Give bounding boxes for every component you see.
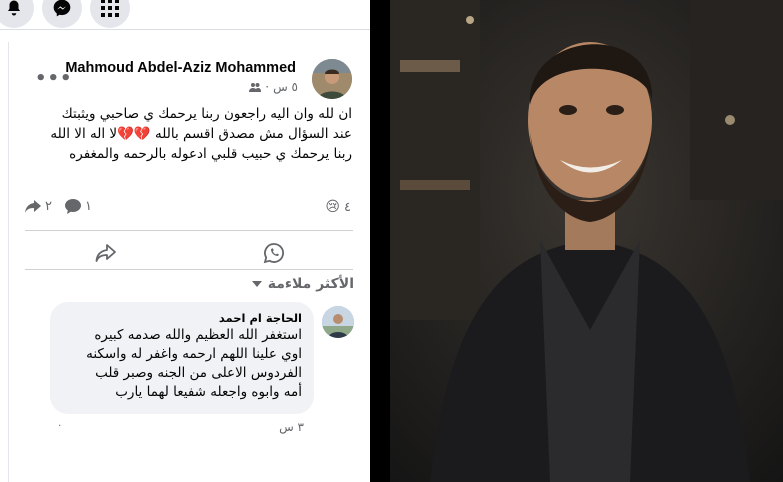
- shares-count: ٢: [45, 199, 52, 214]
- portrait-image: [390, 0, 783, 482]
- shares-stat[interactable]: ٢: [25, 199, 52, 214]
- comment-text: استغفر الله العظيم والله صدمه كبيره اوي …: [62, 326, 302, 402]
- facebook-panel: ••• Mahmoud Abdel-Aziz Mohammed ٥ س · ان…: [0, 0, 370, 482]
- comment-author[interactable]: الحاجة ام احمد: [62, 310, 302, 326]
- caret-down-icon: [251, 281, 262, 287]
- comment-icon: [65, 199, 81, 214]
- reaction-count: ٤: [344, 199, 351, 215]
- comment-text-line: أمه وابوه واجعله شفيعا لهما يارب: [115, 384, 302, 400]
- share-button[interactable]: [91, 238, 121, 268]
- comment-likes: ٠: [57, 420, 63, 431]
- messenger-icon: [53, 0, 71, 17]
- comments-filter[interactable]: الأكثر ملاءمة: [251, 276, 354, 292]
- bell-icon: [8, 0, 20, 16]
- messenger-button[interactable]: [42, 0, 82, 28]
- reaction-summary[interactable]: 😢 ٤: [325, 199, 351, 215]
- commenter-avatar[interactable]: [322, 306, 354, 338]
- comment-time[interactable]: ٣ س: [279, 420, 304, 434]
- notifications-button[interactable]: [0, 0, 34, 28]
- comment-text-line: الفردوس الاعلى من الجنه وصبر قلب: [95, 365, 302, 381]
- whatsapp-send-button[interactable]: [259, 238, 289, 268]
- post-text-line: ان لله وان اليه راجعون ربنا يرحمك ي صاحب…: [61, 106, 352, 122]
- post-time[interactable]: ٥ س: [273, 80, 298, 94]
- post-text-line: عند السؤال مش مصدق اقسم بالله 💔💔لا اله ا…: [50, 126, 352, 142]
- post-text-line: ربنا يرحمك ي حبيب قلبي ادعوله بالرحمه وا…: [69, 146, 352, 162]
- comments-count: ١: [85, 199, 92, 214]
- comment-text-line: اوي علينا اللهم ارحمه واغفر له واسكنه: [86, 346, 302, 362]
- reactions-bar: 😢 ٤ ١ ٢: [9, 197, 369, 219]
- topbar-divider: [0, 29, 370, 30]
- sad-reaction-icon: 😢: [325, 199, 341, 215]
- post-card: ••• Mahmoud Abdel-Aziz Mohammed ٥ س · ان…: [8, 42, 368, 482]
- post-author-avatar[interactable]: [312, 59, 352, 99]
- black-separator: [370, 0, 390, 482]
- profile-photo: [390, 0, 783, 482]
- friends-icon: [249, 83, 262, 92]
- share-arrow-icon: [25, 199, 41, 213]
- share-icon: [95, 244, 116, 262]
- comments-stat[interactable]: ١: [65, 199, 92, 214]
- top-nav-bar: [0, 0, 370, 34]
- post-author-name[interactable]: Mahmoud Abdel-Aziz Mohammed: [65, 60, 296, 76]
- post-text: ان لله وان اليه راجعون ربنا يرحمك ي صاحب…: [22, 104, 352, 164]
- comment-bubble: الحاجة ام احمد استغفر الله العظيم والله …: [50, 302, 314, 414]
- grid-menu-icon: [101, 0, 119, 17]
- whatsapp-icon: [263, 243, 284, 264]
- actions-divider-bottom: [25, 269, 353, 270]
- comment-text-line: استغفر الله العظيم والله صدمه كبيره: [94, 327, 302, 343]
- actions-divider-top: [25, 230, 353, 231]
- post-meta: ٥ س ·: [249, 80, 298, 94]
- comments-filter-label: الأكثر ملاءمة: [267, 276, 354, 292]
- menu-button[interactable]: [90, 0, 130, 28]
